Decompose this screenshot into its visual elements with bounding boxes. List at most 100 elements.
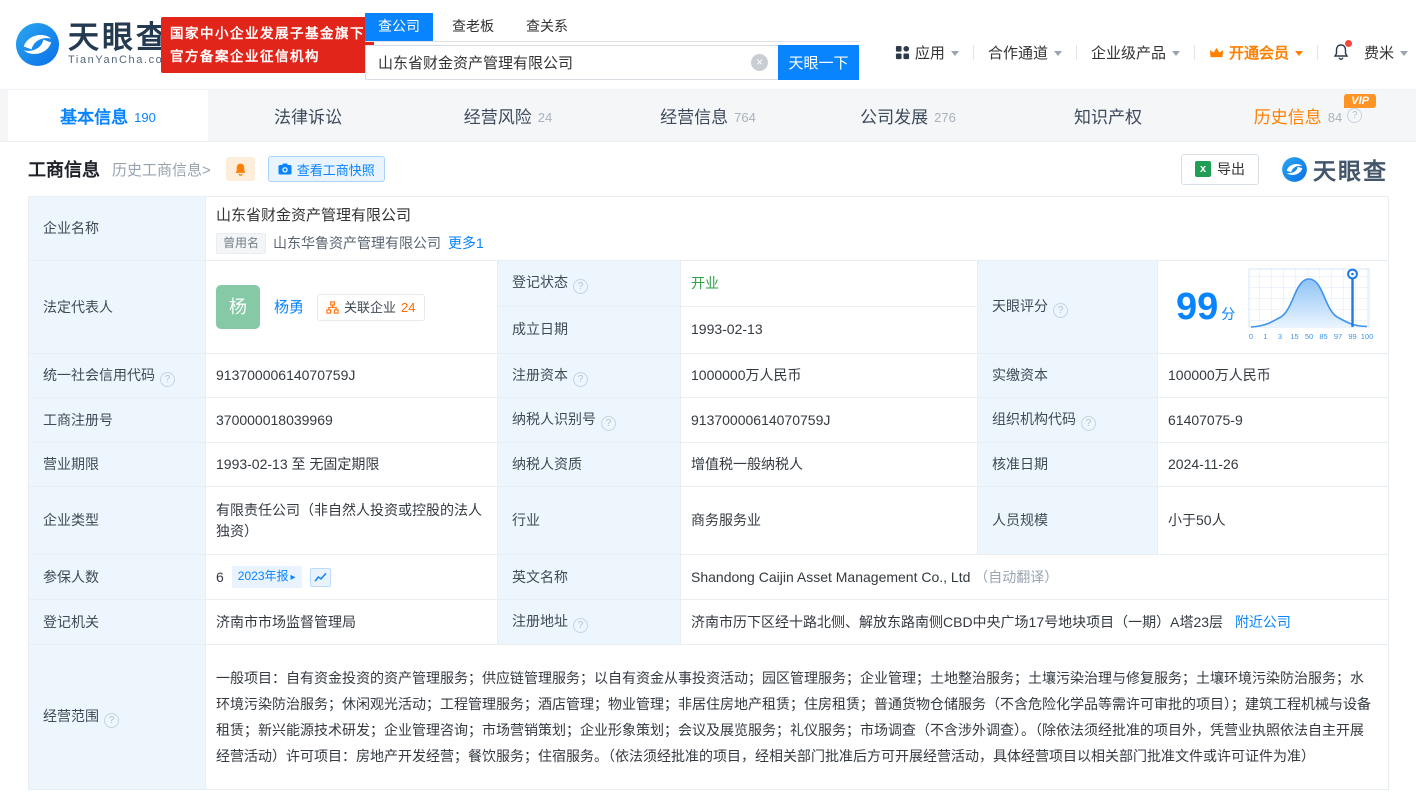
nav-user-menu[interactable]: 费米	[1364, 42, 1408, 63]
table-row: 经营范围 一般项目：自有资金投资的资产管理服务；供应链管理服务；以自有资金从事投…	[29, 645, 1389, 790]
nearby-companies-link[interactable]: 附近公司	[1235, 614, 1291, 630]
address-cell: 济南市历下区经十路北侧、解放东路南侧CBD中央广场17号地块项目（一期）A塔23…	[681, 600, 1389, 645]
notification-bell-icon[interactable]	[1332, 43, 1350, 61]
clear-search-icon[interactable]	[751, 54, 768, 71]
help-icon[interactable]	[160, 372, 175, 387]
english-name-cell: Shandong Caijin Asset Management Co., Lt…	[681, 555, 1389, 600]
business-snapshot-button[interactable]: 查看工商快照	[268, 156, 385, 182]
table-row: 参保人数 6 2023年报 英文名称 Shandong Caijin Asset…	[29, 555, 1389, 600]
table-row: 统一社会信用代码 91370000614070759J 注册资本 1000000…	[29, 354, 1389, 398]
table-row: 企业类型 有限责任公司（非自然人投资或控股的法人独资） 行业 商务服务业 人员规…	[29, 487, 1389, 555]
annual-report-badge[interactable]: 2023年报	[232, 566, 302, 588]
search-tab-relation[interactable]: 查关系	[513, 13, 581, 41]
reg-no-value: 370000018039969	[206, 398, 498, 443]
field-label-reg-capital: 注册资本	[498, 354, 681, 398]
address-value: 济南市历下区经十路北侧、解放东路南侧CBD中央广场17号地块项目（一期）A塔23…	[691, 614, 1223, 630]
svg-text:97: 97	[1334, 332, 1342, 341]
svg-text:3: 3	[1278, 332, 1282, 341]
score-marker-dot	[1351, 273, 1354, 276]
trend-chart-icon[interactable]	[310, 568, 331, 587]
score-value: 99	[1176, 288, 1218, 326]
former-name-badge: 曾用名	[216, 233, 266, 254]
insured-count: 6	[216, 567, 224, 588]
score-unit: 分	[1221, 304, 1235, 325]
help-icon[interactable]	[601, 416, 616, 431]
credit-code-value: 91370000614070759J	[206, 354, 498, 398]
svg-text:99: 99	[1349, 332, 1357, 341]
search-button[interactable]: 天眼一下	[778, 45, 859, 80]
tab-label: 经营风险	[464, 103, 532, 128]
nav-enterprise[interactable]: 企业级产品	[1091, 42, 1180, 63]
field-label-reg-authority: 登记机关	[29, 600, 206, 645]
help-icon[interactable]	[1347, 108, 1362, 123]
tab-business-info[interactable]: 经营信息 764	[608, 90, 808, 141]
nav-apps-label: 应用	[915, 42, 945, 63]
taxpayer-no-value: 91370000614070759J	[681, 398, 978, 443]
more-former-names-link[interactable]: 更多1	[448, 233, 484, 254]
tab-label: 基本信息	[60, 103, 128, 128]
field-label-insured: 参保人数	[29, 555, 206, 600]
related-companies-badge[interactable]: 关联企业 24	[317, 294, 424, 321]
tab-legal-litigation[interactable]: 法律诉讼	[208, 90, 408, 141]
business-scope-value: 一般项目：自有资金投资的资产管理服务；供应链管理服务；以自有资金从事投资活动；园…	[206, 645, 1389, 790]
svg-text:1: 1	[1264, 332, 1268, 341]
help-icon[interactable]	[573, 618, 588, 633]
est-date-value: 1993-02-13	[681, 306, 978, 353]
chart-axis-labels: 0 1 3 15 50 85 97 99 100	[1249, 332, 1373, 341]
taxpayer-quality-value: 增值税一般纳税人	[681, 443, 978, 487]
org-code-value: 61407075-9	[1158, 398, 1389, 443]
search-area: 查公司 查老板 查关系 天眼一下	[365, 13, 860, 80]
company-type-value: 有限责任公司（非自然人投资或控股的法人独资）	[206, 487, 498, 555]
divider	[1194, 45, 1195, 60]
help-icon[interactable]	[1081, 416, 1096, 431]
export-button[interactable]: 导出	[1181, 154, 1259, 185]
cert-line-2: 官方备案企业征信机构	[170, 45, 365, 68]
table-row: 企业名称 山东省财金资产管理有限公司 曾用名 山东华鲁资产管理有限公司 更多1	[29, 197, 1389, 261]
brand-domain: TianYanCha.com	[68, 54, 174, 66]
history-business-info-link[interactable]: 历史工商信息>	[112, 159, 211, 180]
tab-history-info[interactable]: VIP 历史信息 84	[1208, 90, 1408, 141]
svg-text:85: 85	[1320, 332, 1328, 341]
tab-count: 276	[934, 110, 956, 125]
certification-badge: 国家中小企业发展子基金旗下 官方备案企业征信机构	[161, 17, 374, 73]
help-icon[interactable]	[104, 713, 119, 728]
tab-intellectual-property[interactable]: 知识产权	[1008, 90, 1208, 141]
help-icon[interactable]	[1053, 303, 1068, 318]
field-label-address: 注册地址	[498, 600, 681, 645]
field-label-est-date: 成立日期	[498, 306, 681, 353]
score-distribution-chart[interactable]: 0 1 3 15 50 85 97 99 100	[1247, 265, 1373, 349]
legal-rep-name-link[interactable]: 杨勇	[274, 297, 304, 318]
snapshot-button-label: 查看工商快照	[297, 160, 375, 179]
table-row: 法定代表人 杨 杨勇 关联企业 24 登记状态 开业 天眼评分 99 分	[29, 261, 1389, 307]
legal-rep-avatar[interactable]: 杨	[216, 285, 260, 329]
nav-apps[interactable]: 应用	[895, 42, 959, 63]
search-input[interactable]	[365, 45, 778, 80]
monitor-bell-button[interactable]	[226, 157, 255, 181]
nav-open-vip[interactable]: 开通会员	[1209, 42, 1303, 63]
help-icon[interactable]	[573, 279, 588, 294]
nav-partners[interactable]: 合作通道	[988, 42, 1062, 63]
table-row: 营业期限 1993-02-13 至 无固定期限 纳税人资质 增值税一般纳税人 核…	[29, 443, 1389, 487]
tab-business-risk[interactable]: 经营风险 24	[408, 90, 608, 141]
company-name-cell: 山东省财金资产管理有限公司 曾用名 山东华鲁资产管理有限公司 更多1	[206, 197, 1389, 261]
export-button-label: 导出	[1217, 159, 1245, 179]
tab-basic-info[interactable]: 基本信息 190	[8, 90, 208, 141]
staff-scale-value: 小于50人	[1158, 487, 1389, 555]
field-label-taxpayer-no: 纳税人识别号	[498, 398, 681, 443]
field-label-english-name: 英文名称	[498, 555, 681, 600]
business-info-table: 企业名称 山东省财金资产管理有限公司 曾用名 山东华鲁资产管理有限公司 更多1 …	[28, 196, 1389, 790]
search-tab-boss[interactable]: 查老板	[439, 13, 507, 41]
chevron-down-icon	[1172, 51, 1180, 56]
tianyancha-logo[interactable]: 天眼查 TianYanCha.com	[14, 21, 174, 68]
auto-translate-note: （自动翻译）	[974, 569, 1058, 585]
paid-capital-value: 100000万人民币	[1158, 354, 1389, 398]
search-tab-company[interactable]: 查公司	[365, 13, 433, 41]
related-companies-count: 24	[401, 297, 415, 318]
section-title: 工商信息	[28, 156, 100, 182]
reg-capital-value: 1000000万人民币	[681, 354, 978, 398]
cert-line-1: 国家中小企业发展子基金旗下	[170, 22, 365, 45]
help-icon[interactable]	[573, 372, 588, 387]
field-label-staff-scale: 人员规模	[978, 487, 1158, 555]
tab-company-development[interactable]: 公司发展 276	[808, 90, 1008, 141]
logo-icon	[14, 21, 61, 68]
